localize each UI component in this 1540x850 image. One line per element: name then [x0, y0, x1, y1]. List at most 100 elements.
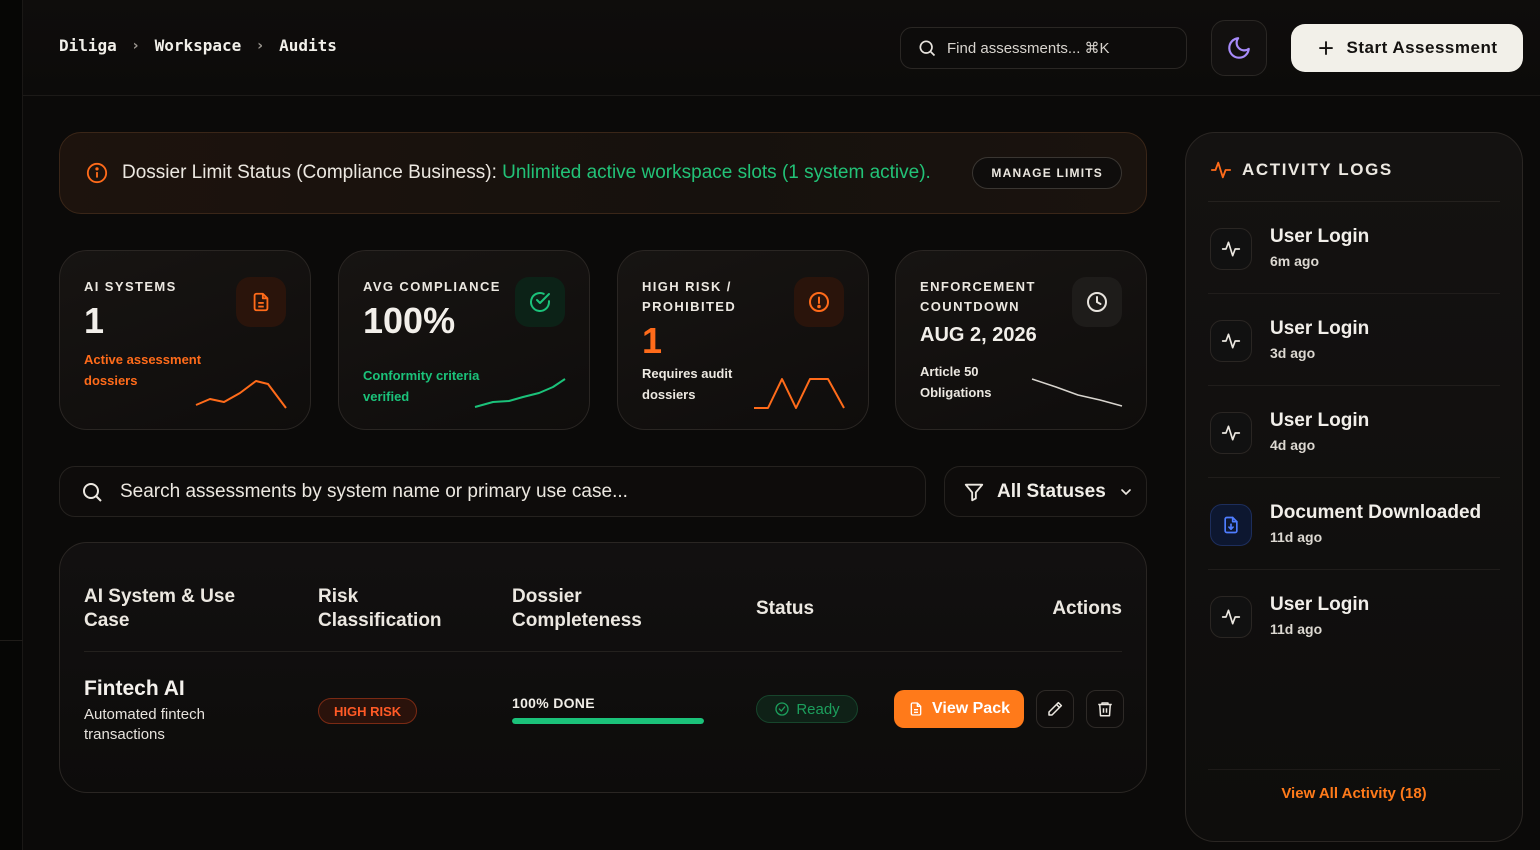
pencil-icon — [1048, 701, 1063, 716]
activity-item[interactable]: User Login 3d ago — [1208, 294, 1500, 386]
info-icon — [86, 162, 108, 184]
activity-item[interactable]: User Login 4d ago — [1208, 386, 1500, 478]
activity-item-time: 6m ago — [1270, 253, 1320, 269]
column-header-status: Status — [756, 598, 815, 619]
column-header-system: AI System & Use Case — [84, 586, 236, 631]
stat-subtext: Requires audit dossiers — [642, 366, 733, 402]
sparkline-chart — [1031, 378, 1123, 407]
stat-label: ENFORCEMENT COUNTDOWN — [920, 279, 1036, 314]
activity-item-icon — [1210, 504, 1252, 546]
top-bar: Diliga › Workspace › Audits Find assessm… — [23, 0, 1540, 96]
chevron-down-icon — [1120, 488, 1131, 495]
activity-item-icon — [1210, 228, 1252, 270]
view-all-activity-link[interactable]: View All Activity (18) — [1186, 785, 1522, 802]
breadcrumb-item-audits: Audits — [279, 36, 337, 55]
assessments-table: AI System & Use Case Risk Classification… — [59, 542, 1147, 793]
sparkline-chart — [754, 378, 845, 409]
global-search-placeholder: Find assessments... ⌘K — [947, 40, 1110, 57]
manage-limits-button[interactable]: MANAGE LIMITS — [972, 157, 1122, 189]
chevron-right-icon: › — [257, 37, 264, 54]
banner-prefix: Dossier Limit Status (Compliance Busines… — [122, 162, 497, 183]
assessment-search-placeholder: Search assessments by system name or pri… — [120, 480, 628, 502]
activity-footer-divider — [1208, 769, 1500, 770]
activity-item-name: User Login — [1270, 594, 1370, 615]
stat-label: HIGH RISK / PROHIBITED — [642, 279, 737, 314]
clock-icon — [1087, 292, 1107, 312]
column-header-actions: Actions — [1052, 598, 1122, 619]
check-circle-icon — [530, 292, 550, 312]
activity-icon — [1221, 241, 1241, 257]
activity-item-icon — [1210, 320, 1252, 362]
chevron-right-icon: › — [132, 37, 139, 54]
activity-logs-panel: ACTIVITY LOGS User Login 6m ago User Log… — [1185, 132, 1523, 842]
system-description: Automated fintech transactions — [84, 706, 205, 743]
edit-button[interactable] — [1036, 690, 1074, 728]
breadcrumb-item-workspace[interactable]: Workspace — [155, 36, 242, 55]
theme-toggle-button[interactable] — [1211, 20, 1267, 76]
activity-item-time: 11d ago — [1270, 621, 1323, 637]
completeness-label: 100% DONE — [512, 695, 595, 711]
activity-icon — [1221, 609, 1241, 625]
status-badge: Ready — [756, 695, 858, 723]
activity-item-name: Document Downloaded — [1270, 502, 1482, 523]
activity-icon — [1221, 333, 1241, 349]
breadcrumb-item-diliga[interactable]: Diliga — [59, 36, 117, 55]
stat-value: 1 — [642, 320, 663, 361]
activity-item-time: 11d ago — [1270, 529, 1323, 545]
file-icon — [253, 292, 269, 312]
document-download-icon — [1224, 516, 1238, 534]
breadcrumb: Diliga › Workspace › Audits — [59, 36, 337, 55]
stat-icon-box — [794, 277, 844, 327]
status-filter-label: All Statuses — [997, 480, 1106, 502]
activity-item-icon — [1210, 596, 1252, 638]
search-icon — [83, 482, 102, 502]
activity-item-name: User Login — [1270, 410, 1370, 431]
stat-card-avg-compliance: AVG COMPLIANCE 100% Conformity criteria … — [338, 250, 590, 430]
start-assessment-button[interactable]: Start Assessment — [1291, 24, 1523, 72]
completeness-progress-bar — [512, 718, 704, 724]
activity-icon — [1221, 425, 1241, 441]
activity-item[interactable]: Document Downloaded 11d ago — [1208, 478, 1500, 570]
activity-icon — [1210, 161, 1232, 179]
activity-item-name: User Login — [1270, 318, 1370, 339]
rail-divider — [0, 640, 23, 641]
activity-item-name: User Login — [1270, 226, 1370, 247]
check-circle-icon — [775, 702, 789, 716]
header-divider — [84, 651, 1122, 652]
plus-icon — [1318, 41, 1333, 55]
system-name: Fintech AI — [84, 677, 185, 700]
activity-item-icon — [1210, 412, 1252, 454]
activity-item[interactable]: User Login 11d ago — [1208, 570, 1500, 662]
status-label: Ready — [796, 700, 840, 718]
activity-item-time: 3d ago — [1270, 345, 1316, 361]
delete-button[interactable] — [1086, 690, 1124, 728]
activity-title-label: ACTIVITY LOGS — [1242, 160, 1393, 179]
stat-label: AI SYSTEMS — [84, 279, 177, 294]
banner-highlight: Unlimited active workspace slots (1 syst… — [502, 162, 931, 183]
activity-item-time: 4d ago — [1270, 437, 1316, 453]
view-pack-button[interactable]: View Pack — [894, 690, 1024, 728]
banner-text: Dossier Limit Status (Compliance Busines… — [122, 162, 931, 184]
global-search-input[interactable]: Find assessments... ⌘K — [900, 27, 1187, 69]
search-icon — [919, 40, 936, 57]
view-pack-label: View Pack — [932, 700, 1010, 717]
activity-item[interactable]: User Login 6m ago — [1208, 202, 1500, 294]
stat-icon-box — [515, 277, 565, 327]
assessment-search-input[interactable]: Search assessments by system name or pri… — [59, 466, 926, 517]
stat-card-enforcement-countdown: ENFORCEMENT COUNTDOWN AUG 2, 2026 Articl… — [895, 250, 1147, 430]
column-header-risk: Risk Classification — [318, 586, 442, 631]
trash-icon — [1098, 702, 1112, 717]
left-rail — [0, 0, 23, 850]
sparkline-chart — [195, 380, 287, 409]
moon-icon — [1228, 37, 1250, 59]
activity-title: ACTIVITY LOGS — [1210, 159, 1393, 181]
column-header-completeness: Dossier Completeness — [512, 586, 642, 631]
status-filter-dropdown[interactable]: All Statuses — [944, 466, 1147, 517]
stat-label: AVG COMPLIANCE — [363, 279, 501, 294]
stat-icon-box — [236, 277, 286, 327]
sparkline-chart — [474, 378, 566, 408]
stat-subtext: Active assessment dossiers — [84, 352, 202, 388]
stat-card-high-risk: HIGH RISK / PROHIBITED 1 Requires audit … — [617, 250, 869, 430]
filter-icon — [964, 483, 984, 501]
dossier-limit-banner: Dossier Limit Status (Compliance Busines… — [59, 132, 1147, 214]
